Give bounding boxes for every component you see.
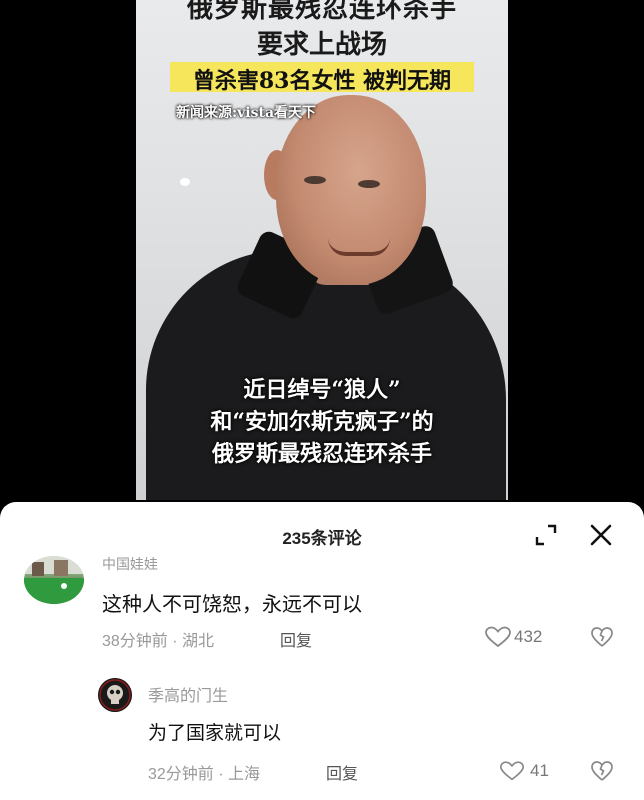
collapse-icon[interactable] (535, 524, 557, 546)
heart-icon[interactable] (484, 626, 512, 648)
headline-line2: 要求上战场 (256, 30, 387, 60)
video-player[interactable]: 俄罗斯最残忍连环杀手 要求上战场 曾杀害83名女性 被判无期 新闻来源:vist… (0, 0, 644, 500)
broken-heart-icon[interactable] (590, 760, 614, 782)
caption-line3: 俄罗斯最残忍连环杀手 (211, 441, 432, 467)
avatar-image (24, 556, 84, 604)
person-eye (304, 176, 326, 184)
comment-meta: 38分钟前 · 湖北 (102, 633, 215, 650)
person-eye (358, 180, 380, 188)
comments-panel: 235条评论 中国娃娃 这种人不可饶恕，永远不可以 38分钟前 · 湖北 回复 … (0, 502, 644, 800)
comment-username[interactable]: 中国娃娃 (102, 554, 158, 574)
like-count: 41 (530, 761, 549, 780)
comment-username[interactable]: 季高的门生 (148, 682, 228, 706)
news-source: 新闻来源:vista看天下 (176, 105, 317, 121)
highlight-banner: 曾杀害83名女性 被判无期 (170, 62, 474, 94)
headline-line1: 俄罗斯最残忍连环杀手 (186, 0, 457, 24)
avatar[interactable] (24, 556, 84, 604)
comment-text: 这种人不可饶恕，永远不可以 (102, 594, 362, 616)
avatar[interactable] (98, 678, 132, 712)
close-icon[interactable] (588, 522, 614, 548)
comment-text: 为了国家就可以 (148, 723, 282, 744)
reply-button[interactable]: 回复 (326, 760, 358, 784)
highlight-text: 曾杀害83名女性 被判无期 (192, 68, 452, 94)
wall-mark (180, 178, 190, 186)
comment-meta: 32分钟前 · 上海 (148, 766, 261, 783)
caption-line1: 近日绰号“狼人” (243, 377, 401, 403)
person-head (276, 95, 426, 285)
like-count: 432 (514, 627, 543, 646)
reply-button[interactable]: 回复 (280, 627, 312, 651)
broken-heart-icon[interactable] (590, 626, 614, 648)
caption-line2: 和“安加尔斯克疯子”的 (210, 409, 434, 435)
skull-avatar-image (98, 678, 132, 712)
heart-icon[interactable] (499, 760, 525, 782)
person-mouth (328, 238, 390, 256)
